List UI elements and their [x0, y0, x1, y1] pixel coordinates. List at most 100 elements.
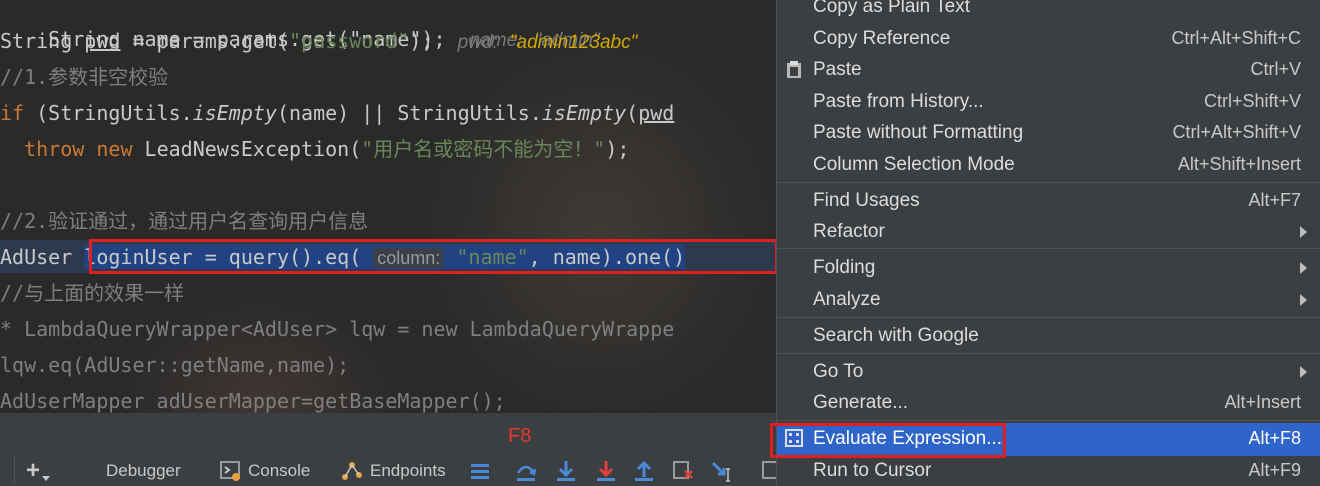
- code-line-6: }: [0, 169, 2, 201]
- menu-item-run-to-cursor[interactable]: Run to Cursor Alt+F9: [777, 455, 1320, 486]
- menu-item-find-usages[interactable]: Find Usages Alt+F7: [777, 185, 1320, 216]
- menu-item-shortcut: Alt+Insert: [1224, 392, 1301, 412]
- code-editor[interactable]: String name = params.get("name"); name: …: [0, 0, 776, 413]
- code-keyword: throw: [24, 137, 85, 161]
- code-text: (name) || StringUtils.: [276, 101, 542, 125]
- add-button[interactable]: +: [26, 458, 40, 484]
- toolbar-divider: [14, 455, 15, 483]
- menu-separator: [777, 317, 1320, 318]
- code-line-11: lqw.eq(AdUser::getName,name);: [0, 349, 349, 381]
- annotation-box-evaluate-expression: [770, 423, 1006, 458]
- force-step-into-icon[interactable]: [594, 459, 618, 483]
- code-line-10: * LambdaQueryWrapper<AdUser> lqw = new L…: [0, 313, 674, 345]
- console-icon: [220, 461, 240, 481]
- menu-item-search-with-google[interactable]: Search with Google: [777, 320, 1320, 351]
- code-line-1: String name = params.get("name"); name: …: [0, 0, 600, 51]
- inline-debug-label: pwd:: [457, 32, 498, 53]
- context-menu: Copy as Plain Text Copy Reference Ctrl+A…: [776, 0, 1320, 486]
- annotation-box-selection: [89, 239, 776, 274]
- menu-item-paste-from-history[interactable]: Paste from History... Ctrl+Shift+V: [777, 86, 1320, 117]
- code-comment: AdUserMapper adUserMapper=getBaseMapper(…: [0, 389, 506, 413]
- code-comment: //与上面的效果一样: [0, 281, 185, 305]
- code-text: );: [409, 29, 434, 53]
- menu-item-label: Paste: [813, 59, 862, 80]
- menu-item-label: Copy Reference: [813, 28, 951, 49]
- menu-item-label: Go To: [813, 361, 864, 382]
- menu-separator: [777, 420, 1320, 421]
- menu-item-shortcut: Alt+F9: [1248, 460, 1301, 480]
- tab-debugger[interactable]: Debugger: [106, 458, 181, 484]
- code-comment: * LambdaQueryWrapper<AdUser> lqw = new L…: [0, 317, 675, 341]
- code-text: (: [626, 101, 639, 125]
- code-line-7: //2.验证通过，通过用户名查询用户信息: [0, 205, 368, 237]
- menu-item-shortcut: Alt+F8: [1248, 428, 1301, 448]
- step-out-icon[interactable]: [632, 459, 656, 483]
- code-variable: pwd: [638, 101, 675, 125]
- menu-item-shortcut: Alt+F7: [1248, 190, 1301, 210]
- menu-item-shortcut: Alt+Shift+Insert: [1177, 154, 1301, 174]
- inline-debug-value: "admin123abc": [509, 32, 638, 53]
- menu-item-folding[interactable]: Folding: [777, 252, 1320, 283]
- step-into-icon[interactable]: [554, 459, 578, 483]
- menu-separator: [777, 182, 1320, 183]
- code-comment: lqw.eq(AdUser::getName,name);: [0, 353, 350, 377]
- code-method: isEmpty: [541, 101, 627, 125]
- code-keyword: if: [0, 101, 25, 125]
- menu-item-label: Run to Cursor: [813, 460, 932, 481]
- menu-item-label: Generate...: [813, 392, 909, 413]
- menu-separator: [777, 353, 1320, 354]
- chevron-down-icon: [42, 476, 50, 481]
- code-line-9: //与上面的效果一样: [0, 277, 184, 309]
- drop-frame-icon[interactable]: [671, 459, 695, 483]
- code-text: (StringUtils.: [24, 101, 193, 125]
- menu-item-label: Paste from History...: [813, 91, 984, 112]
- code-comment: //1.参数非空校验: [0, 65, 169, 89]
- submenu-arrow-icon: [1300, 226, 1307, 238]
- menu-item-label: Folding: [813, 257, 876, 278]
- endpoints-icon: [342, 462, 362, 480]
- menu-item-label: Paste without Formatting: [813, 122, 1024, 143]
- menu-item-label: Copy as Plain Text: [813, 0, 971, 17]
- code-line-12: AdUserMapper adUserMapper=getBaseMapper(…: [0, 385, 506, 413]
- code-line-3: //1.参数非空校验: [0, 61, 168, 93]
- menu-item-generate[interactable]: Generate... Alt+Insert: [777, 387, 1320, 418]
- annotation-f8-label: F8: [508, 425, 532, 447]
- menu-item-go-to[interactable]: Go To: [777, 356, 1320, 387]
- menu-item-shortcut: Ctrl+Alt+Shift+C: [1171, 28, 1301, 48]
- code-text: AdUser: [0, 245, 85, 269]
- code-variable: pwd: [84, 29, 121, 53]
- step-over-icon[interactable]: [514, 459, 538, 483]
- submenu-arrow-icon: [1300, 294, 1307, 306]
- code-string: "用户名或密码不能为空！": [361, 137, 606, 161]
- code-line-4: if (StringUtils. isEmpty(name) || StringU…: [0, 97, 674, 129]
- frames-icon[interactable]: [468, 459, 492, 483]
- submenu-arrow-icon: [1300, 262, 1307, 274]
- code-text: }: [0, 173, 2, 197]
- menu-item-column-selection-mode[interactable]: Column Selection Mode Alt+Shift+Insert: [777, 149, 1320, 180]
- menu-item-copy-as-plain-text[interactable]: Copy as Plain Text: [777, 0, 1320, 22]
- code-keyword: new: [96, 137, 133, 161]
- submenu-arrow-icon: [1300, 366, 1307, 378]
- menu-item-label: Refactor: [813, 221, 885, 242]
- tab-endpoints[interactable]: Endpoints: [370, 458, 446, 484]
- code-text: LeadNewsException(: [132, 137, 362, 161]
- code-line-5: throw new LeadNewsException("用户名或密码不能为空！…: [0, 133, 629, 165]
- menu-item-paste[interactable]: Paste Ctrl+V: [777, 54, 1320, 85]
- code-text: );: [605, 137, 630, 161]
- code-comment: //2.验证通过，通过用户名查询用户信息: [0, 209, 369, 233]
- menu-item-label: Column Selection Mode: [813, 154, 1015, 175]
- code-text: = params.get(: [120, 29, 289, 53]
- tab-console[interactable]: Console: [248, 458, 310, 484]
- clipboard-icon: [787, 61, 801, 78]
- code-line-2: String pwd = params.get("password"); pwd…: [0, 25, 637, 57]
- menu-item-paste-without-formatting[interactable]: Paste without Formatting Ctrl+Alt+Shift+…: [777, 117, 1320, 148]
- menu-item-shortcut: Ctrl+Alt+Shift+V: [1172, 122, 1301, 142]
- menu-item-shortcut: Ctrl+V: [1250, 59, 1301, 79]
- menu-separator: [777, 248, 1320, 249]
- menu-item-analyze[interactable]: Analyze: [777, 284, 1320, 315]
- run-to-cursor-icon[interactable]: [710, 459, 734, 483]
- menu-item-label: Find Usages: [813, 190, 920, 211]
- menu-item-refactor[interactable]: Refactor: [777, 216, 1320, 247]
- menu-item-shortcut: Ctrl+Shift+V: [1203, 91, 1301, 111]
- menu-item-copy-reference[interactable]: Copy Reference Ctrl+Alt+Shift+C: [777, 23, 1320, 54]
